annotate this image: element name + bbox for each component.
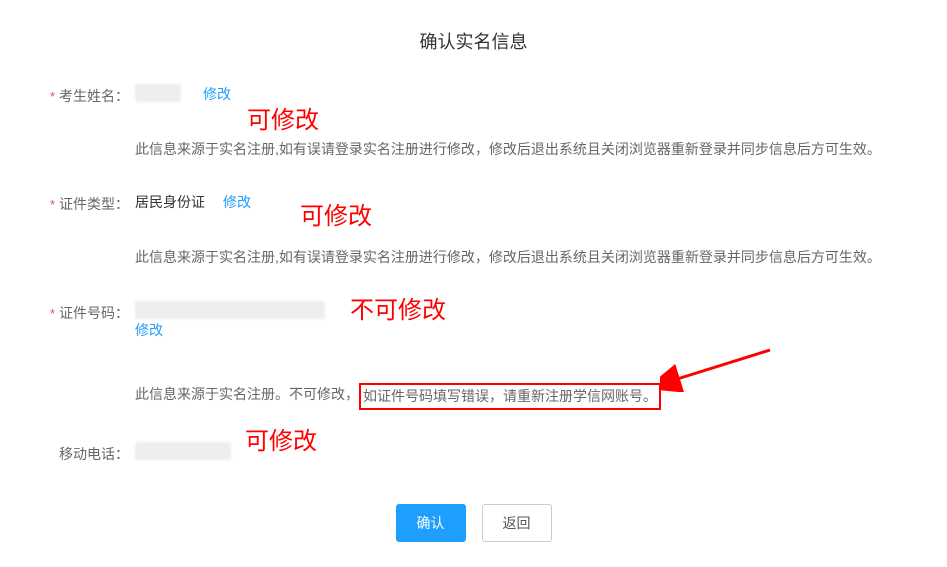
confirm-button[interactable]: 确认 [396,504,466,542]
hint-idnum-boxed: 如证件号码填写错误，请重新注册学信网账号。 [359,383,661,409]
modify-idtype-link[interactable]: 修改 [223,192,251,212]
button-row: 确认 返回 [0,504,947,542]
label-name: 考生姓名： [59,88,129,104]
label-idtype: 证件类型： [59,196,129,212]
label-phone: 移动电话： [59,446,129,462]
hint-name: 此信息来源于实名注册,如有误请登录实名注册进行修改，修改后退出系统且关闭浏览器重… [135,138,947,160]
annotation-idnum: 不可修改 [350,290,446,325]
row-idnum: * 证件号码： 修改 [0,301,947,341]
annotation-idtype: 可修改 [300,196,372,231]
hint-idtype: 此信息来源于实名注册,如有误请登录实名注册进行修改，修改后退出系统且关闭浏览器重… [135,246,947,268]
annotation-phone: 可修改 [245,421,317,456]
row-idtype-hint: 此信息来源于实名注册,如有误请登录实名注册进行修改，修改后退出系统且关闭浏览器重… [0,246,947,268]
row-phone: 移动电话： [0,442,947,464]
value-idnum-redacted [135,301,325,319]
row-name: * 考生姓名： 修改 [0,84,947,106]
annotation-name: 可修改 [247,100,319,135]
modify-name-link[interactable]: 修改 [203,84,231,104]
modify-idnum-link[interactable]: 修改 [135,319,163,341]
row-idnum-hint: 此信息来源于实名注册。不可修改，如证件号码填写错误，请重新注册学信网账号。 [0,383,947,409]
row-idtype: * 证件类型： 居民身份证 修改 [0,192,947,214]
hint-idnum-prefix: 此信息来源于实名注册。不可修改 [135,383,345,405]
page-title: 确认实名信息 [0,0,947,84]
arrow-icon [660,342,780,392]
value-phone-redacted [135,442,231,460]
back-button[interactable]: 返回 [482,504,552,542]
required-mark: * [50,197,55,212]
required-mark: * [50,306,55,321]
value-name-redacted [135,84,181,102]
required-mark: * [50,89,55,104]
label-idnum: 证件号码： [59,305,129,321]
row-name-hint: 此信息来源于实名注册,如有误请登录实名注册进行修改，修改后退出系统且关闭浏览器重… [0,138,947,160]
value-idtype: 居民身份证 [135,192,205,212]
